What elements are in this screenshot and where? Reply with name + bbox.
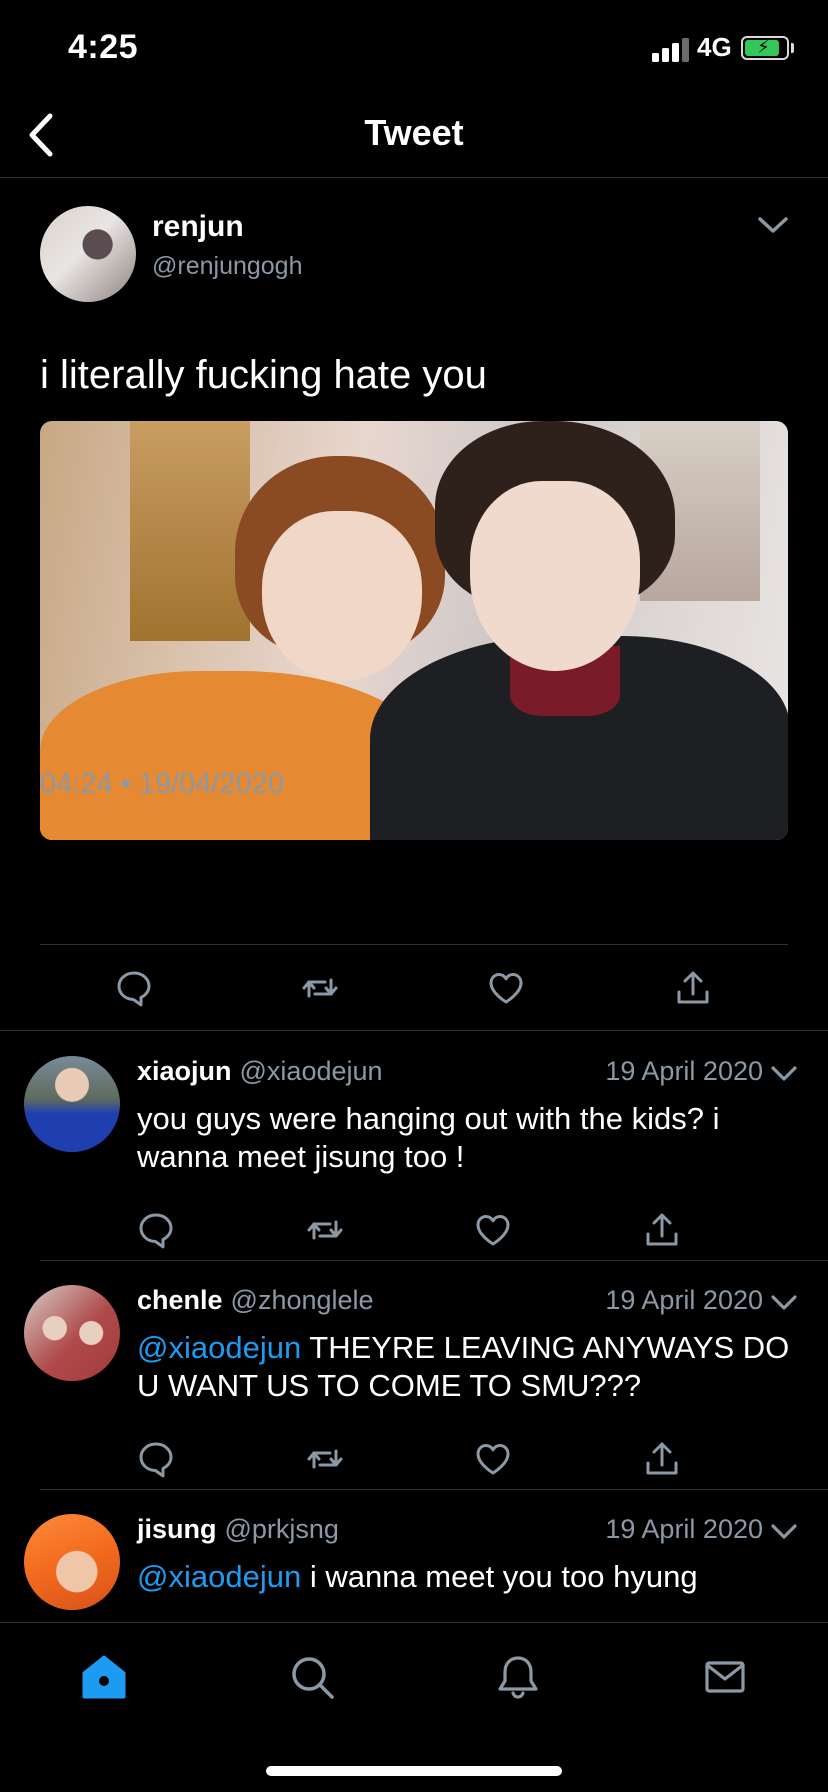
reply-body: i wanna meet you too hyung [301,1559,698,1594]
author-name[interactable]: jisung [137,1514,217,1544]
author-name[interactable]: xiaojun [137,1056,232,1086]
author-handle[interactable]: @zhonglele [231,1285,374,1315]
home-indicator[interactable] [266,1766,562,1776]
tweet-timestamp: 04:24 • 19/04/2020 [40,768,284,801]
chevron-down-icon[interactable] [756,210,790,240]
author-handle[interactable]: @xiaodejun [240,1056,383,1086]
meta-separator: • [112,768,139,800]
search-icon[interactable] [288,1653,336,1701]
reply-icon[interactable] [114,968,154,1008]
reply-body: you guys were hanging out with the kids?… [137,1101,720,1174]
signal-icon [652,36,692,62]
share-icon[interactable] [642,1439,682,1479]
chevron-down-icon[interactable] [770,1291,798,1315]
reply-text: you guys were hanging out with the kids?… [137,1100,797,1176]
divider [40,944,788,945]
avatar[interactable] [40,206,136,302]
mention-link[interactable]: @xiaodejun [137,1559,301,1594]
avatar[interactable] [24,1056,120,1152]
reply-date: 19 April 2020 [605,1056,763,1086]
main-tweet: renjun @renjungogh i literally fucking h… [0,178,828,1031]
author-name[interactable]: renjun [152,210,244,244]
reply-text: @xiaodejun THEYRE LEAVING ANYWAYS DO U W… [137,1329,797,1405]
home-icon[interactable] [80,1653,128,1701]
reply-date: 19 April 2020 [605,1514,763,1544]
chevron-down-icon[interactable] [770,1062,798,1086]
reply-header: chenle @zhonglele [137,1285,374,1316]
retweet-icon[interactable] [300,968,340,1008]
author-name[interactable]: chenle [137,1285,223,1315]
battery-icon: ⚡ [741,36,789,60]
page-title: Tweet [364,112,464,153]
nav-bar: Tweet [0,100,828,178]
reply-text: @xiaodejun i wanna meet you too hyung [137,1558,797,1596]
share-icon[interactable] [642,1210,682,1250]
reply-item[interactable]: chenle @zhonglele 19 April 2020 @xiaodeju… [0,1261,828,1490]
reply-header: jisung @prkjsng [137,1514,339,1545]
messages-icon[interactable] [701,1653,749,1701]
chevron-down-icon[interactable] [770,1520,798,1544]
avatar[interactable] [24,1514,120,1610]
mention-link[interactable]: @xiaodejun [137,1330,301,1365]
reply-action-bar [0,1210,828,1250]
like-icon[interactable] [473,1210,513,1250]
retweet-icon[interactable] [305,1439,345,1479]
status-bar: 4:25 4G ⚡ [0,0,828,100]
avatar[interactable] [24,1285,120,1381]
tweet-time: 04:24 [40,768,113,800]
like-icon[interactable] [473,1439,513,1479]
tweet-text: i literally fucking hate you [40,353,487,397]
tweet-date: 19/04/2020 [138,768,285,800]
author-handle[interactable]: @renjungogh [152,252,303,281]
share-icon[interactable] [673,968,713,1008]
notifications-icon[interactable] [494,1653,542,1701]
reply-item[interactable]: xiaojun @xiaodejun 19 April 2020 you guys… [0,1032,828,1261]
retweet-icon[interactable] [305,1210,345,1250]
reply-action-bar [0,1439,828,1479]
like-icon[interactable] [486,968,526,1008]
network-type: 4G [697,32,732,62]
status-time: 4:25 [68,28,139,66]
tweet-action-bar [0,968,828,1024]
battery-nub [791,43,794,53]
reply-header: xiaojun @xiaodejun [137,1056,383,1087]
reply-icon[interactable] [136,1210,176,1250]
reply-date: 19 April 2020 [605,1285,763,1315]
reply-item[interactable]: jisung @prkjsng 19 April 2020 @xiaodejun … [0,1490,828,1622]
author-handle[interactable]: @prkjsng [225,1514,339,1544]
reply-icon[interactable] [136,1439,176,1479]
